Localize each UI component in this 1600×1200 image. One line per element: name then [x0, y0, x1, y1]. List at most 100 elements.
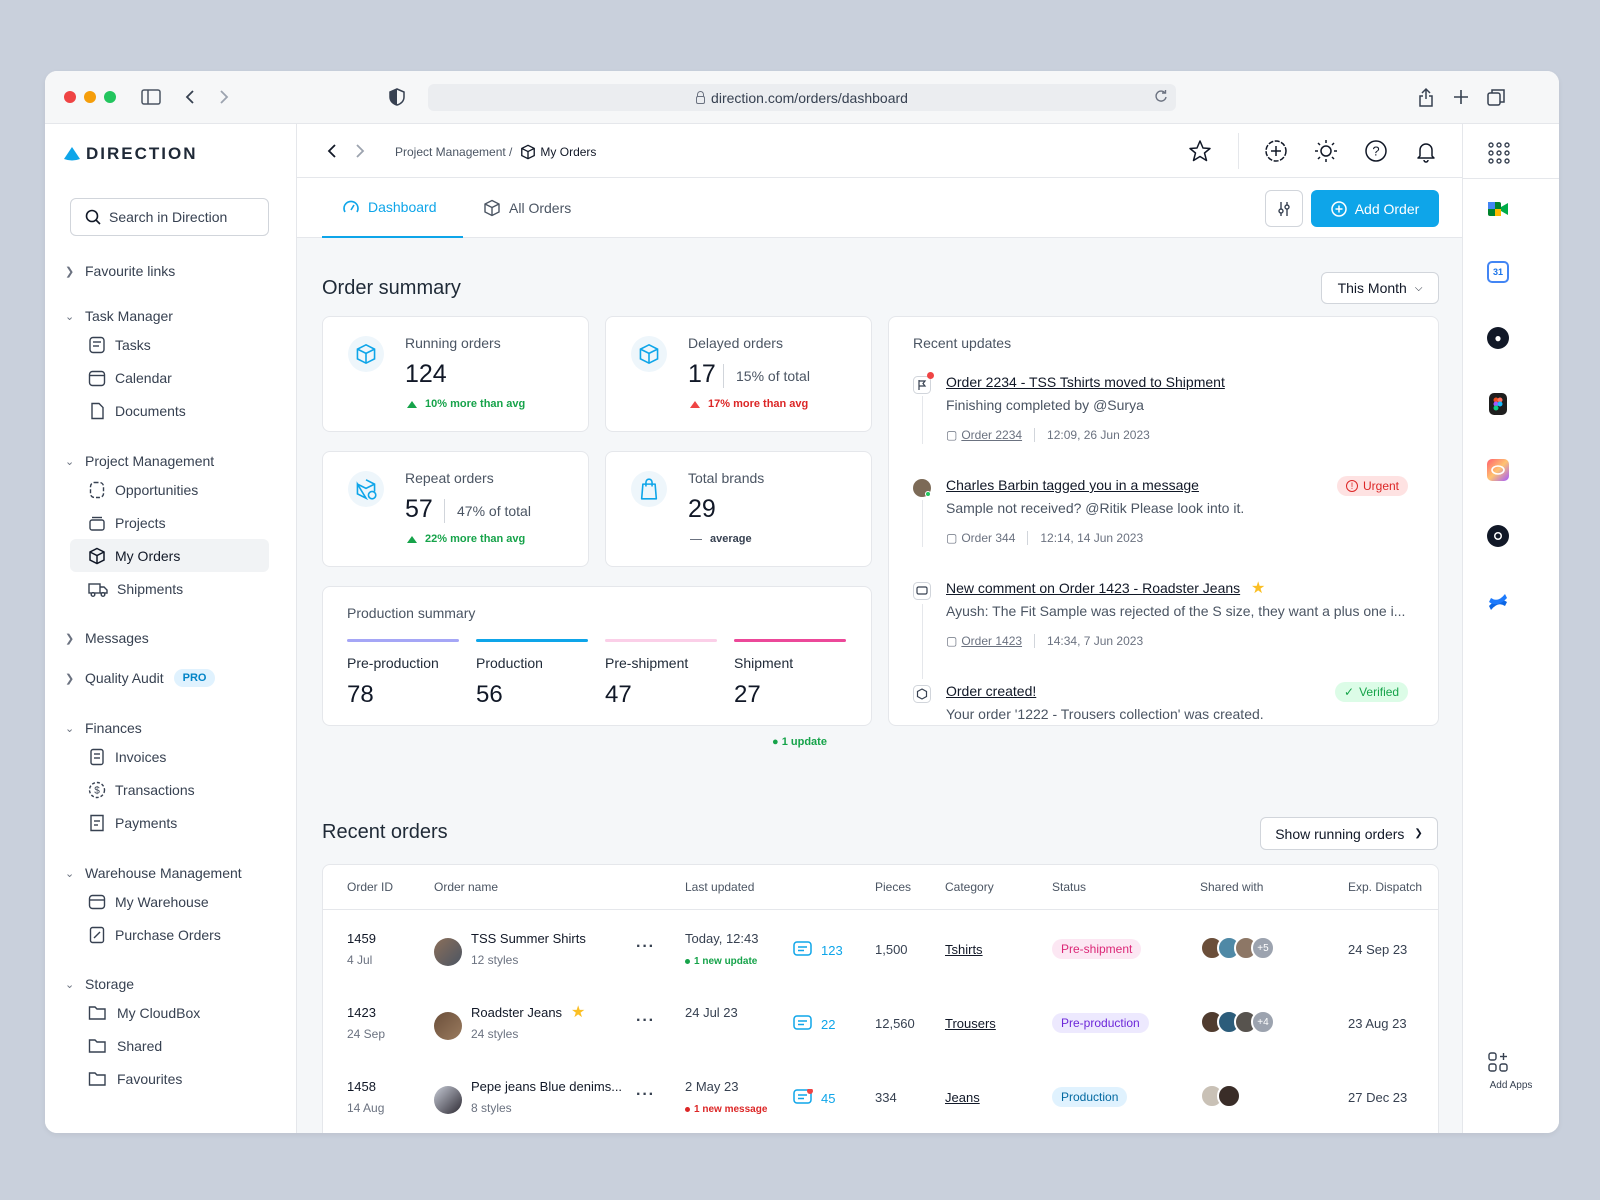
kpi-total-brands[interactable]: Total brands 29 average [605, 451, 872, 567]
close-window-button[interactable] [64, 91, 76, 103]
order-link[interactable]: Order 344 [961, 531, 1015, 545]
messages-count[interactable]: 45 [793, 1089, 835, 1107]
tab-all-orders[interactable]: All Orders [483, 178, 571, 238]
stage-label: Shipment [734, 655, 794, 671]
more-options-icon[interactable]: ··· [636, 938, 655, 956]
order-link[interactable]: Order 1423 [961, 634, 1022, 648]
shared-avatars[interactable]: +4 [1200, 1010, 1275, 1034]
tab-dashboard[interactable]: Dashboard [322, 178, 463, 238]
add-apps-label[interactable]: Add Apps [1463, 1080, 1559, 1091]
messages-count[interactable]: 123 [793, 941, 843, 959]
share-icon[interactable] [1414, 85, 1438, 109]
order-id[interactable]: 1423 [347, 1005, 376, 1020]
sidebar-item-label: Projects [115, 514, 166, 531]
sidebar-item-projects[interactable]: Projects [70, 506, 269, 539]
nav-quality-audit[interactable]: ❯ Quality Audit PRO [65, 669, 216, 687]
shield-icon[interactable] [385, 85, 409, 109]
bell-icon[interactable] [1413, 138, 1439, 164]
sidebar-item-calendar[interactable]: Calendar [70, 361, 269, 394]
tabs-overview-icon[interactable] [1484, 85, 1508, 109]
category-link[interactable]: Tshirts [945, 942, 983, 957]
maximize-window-button[interactable] [104, 91, 116, 103]
update-title[interactable]: Order created! [946, 683, 1036, 699]
sidebar-item-payments[interactable]: Payments [70, 806, 269, 839]
update-title[interactable]: Charles Barbin tagged you in a message [946, 477, 1199, 493]
shared-avatars[interactable]: +5 [1200, 936, 1275, 960]
check-badge-icon: ✓ [1344, 685, 1355, 699]
show-running-orders-button[interactable]: Show running orders ❯ [1260, 817, 1438, 850]
calendar-app-icon[interactable]: 31 [1487, 261, 1509, 283]
browser-app-icon[interactable]: ● [1487, 327, 1509, 349]
kpi-trend-text: 17% more than avg [708, 398, 809, 410]
nav-storage[interactable]: ⌄ Storage [65, 976, 134, 992]
kpi-repeat-orders[interactable]: Repeat orders 57 47% of total 22% more t… [322, 451, 589, 567]
order-name[interactable]: TSS Summer Shirts [471, 931, 586, 946]
update-title[interactable]: Order 2234 - TSS Tshirts moved to Shipme… [946, 374, 1225, 390]
help-icon[interactable]: ? [1363, 138, 1389, 164]
sidebar-item-transactions[interactable]: $ Transactions [70, 773, 269, 806]
add-order-button[interactable]: Add Order [1311, 190, 1439, 227]
address-bar[interactable]: direction.com/orders/dashboard [428, 84, 1176, 111]
table-row[interactable]: 1458 14 Aug Pepe jeans Blue denims... 8 sty… [323, 1062, 1438, 1133]
sidebar-item-shipments[interactable]: Shipments [70, 572, 269, 605]
table-row[interactable]: 1459 4 Jul TSS Summer Shirts 12 styles ··· To… [323, 914, 1438, 988]
nav-favourite-links[interactable]: ❯ Favourite links [65, 263, 175, 279]
breadcrumb-parent[interactable]: Project Management / [395, 145, 512, 159]
add-circle-icon[interactable] [1263, 138, 1289, 164]
forward-arrow-icon[interactable] [347, 138, 373, 164]
creative-cloud-icon[interactable] [1487, 459, 1509, 481]
messages-count[interactable]: 22 [793, 1015, 835, 1033]
meet-icon[interactable] [1487, 198, 1509, 220]
order-id[interactable]: 1459 [347, 931, 376, 946]
more-options-icon[interactable]: ··· [636, 1086, 655, 1104]
order-name[interactable]: Roadster Jeans [471, 1005, 562, 1020]
sidebar-item-opportunities[interactable]: Opportunities [70, 473, 269, 506]
update-title[interactable]: New comment on Order 1423 - Roadster Jea… [946, 580, 1240, 596]
reload-icon[interactable] [1154, 89, 1168, 106]
table-row[interactable]: 1423 24 Sep Roadster Jeans ★ 24 styles ··· 24 … [323, 988, 1438, 1062]
order-name[interactable]: Pepe jeans Blue denims... [471, 1079, 622, 1094]
order-link[interactable]: Order 2234 [961, 428, 1022, 442]
forward-icon[interactable] [212, 85, 236, 109]
sidebar-item-purchase-orders[interactable]: Purchase Orders [70, 918, 269, 951]
back-arrow-icon[interactable] [319, 138, 345, 164]
kpi-delayed-orders[interactable]: Delayed orders 17 15% of total 17% more … [605, 316, 872, 432]
chevron-down-icon: ⌄ [65, 867, 75, 880]
order-id[interactable]: 1458 [347, 1079, 376, 1094]
nav-project-management[interactable]: ⌄ Project Management [65, 453, 214, 469]
new-tab-icon[interactable] [1449, 85, 1473, 109]
period-select[interactable]: This Month ⌵ [1321, 272, 1439, 304]
sidebar-item-shared[interactable]: Shared [70, 1029, 269, 1062]
github-icon[interactable] [1487, 525, 1509, 547]
sidebar-item-tasks[interactable]: Tasks [70, 328, 269, 361]
nav-messages[interactable]: ❯ Messages [65, 630, 149, 646]
add-apps-icon[interactable] [1487, 1051, 1509, 1078]
category-link[interactable]: Trousers [945, 1016, 996, 1031]
sidebar-item-favourites[interactable]: Favourites [70, 1062, 269, 1095]
minimize-window-button[interactable] [84, 91, 96, 103]
nav-task-manager[interactable]: ⌄ Task Manager [65, 308, 173, 324]
brightness-icon[interactable] [1313, 138, 1339, 164]
nav-warehouse-management[interactable]: ⌄ Warehouse Management [65, 865, 242, 881]
timeline-line [922, 500, 923, 547]
star-icon[interactable] [1187, 138, 1213, 164]
kpi-running-orders[interactable]: Running orders 124 10% more than avg [322, 316, 589, 432]
status-badge: Pre-production [1052, 1013, 1149, 1033]
more-options-icon[interactable]: ··· [636, 1012, 655, 1030]
sidebar-item-invoices[interactable]: Invoices [70, 740, 269, 773]
shared-avatars[interactable] [1200, 1084, 1241, 1108]
brand-logo[interactable]: DIRECTION [64, 144, 198, 164]
sidebar-item-my-orders[interactable]: My Orders [70, 539, 269, 572]
sidebar-item-documents[interactable]: Documents [70, 394, 269, 427]
category-link[interactable]: Jeans [945, 1090, 980, 1105]
sidebar-toggle-icon[interactable] [139, 85, 163, 109]
nav-finances[interactable]: ⌄ Finances [65, 720, 142, 736]
sidebar-item-my-warehouse[interactable]: My Warehouse [70, 885, 269, 918]
sidebar-item-my-cloudbox[interactable]: My CloudBox [70, 996, 269, 1029]
app-grid-icon[interactable] [1487, 141, 1511, 170]
confluence-icon[interactable] [1487, 591, 1509, 613]
search-input[interactable]: Search in Direction [70, 198, 269, 236]
filter-button[interactable] [1265, 190, 1303, 227]
figma-icon[interactable] [1489, 393, 1507, 415]
back-icon[interactable] [178, 85, 202, 109]
